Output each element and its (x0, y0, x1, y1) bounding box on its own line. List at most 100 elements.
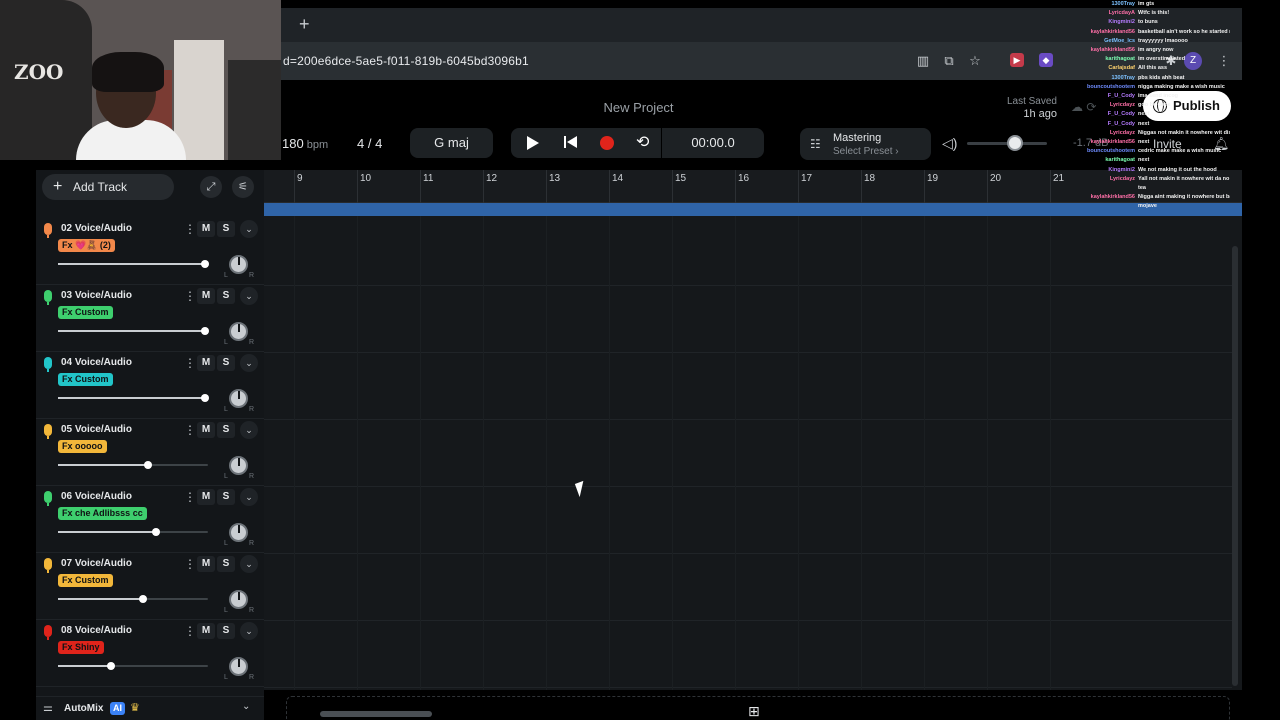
track-lane[interactable] (264, 219, 1232, 286)
track-settings-icon[interactable]: ⚟ (232, 176, 254, 198)
add-track-button[interactable]: + Add Track (42, 174, 174, 200)
automation-icon[interactable]: ⤢ (200, 176, 222, 198)
track-menu-icon[interactable]: ⋮ (184, 423, 196, 437)
track-menu-icon[interactable]: ⋮ (184, 490, 196, 504)
extension-shield-icon[interactable]: ◆ (1039, 53, 1053, 67)
pan-knob[interactable] (229, 322, 248, 341)
pan-knob[interactable] (229, 255, 248, 274)
track-lane[interactable] (264, 487, 1232, 554)
key-selector[interactable]: G maj (410, 128, 493, 158)
mute-button[interactable]: M (197, 221, 215, 237)
mute-button[interactable]: M (197, 623, 215, 639)
new-tab-button[interactable]: + (299, 14, 310, 35)
loop-icon[interactable]: ⟲ (636, 135, 652, 151)
track-name[interactable]: 03 Voice/Audio (61, 290, 132, 301)
track-row[interactable]: 06 Voice/Audio ⋮ M S ⌄ Fx che Adlibsss cc L R (36, 486, 264, 553)
track-menu-icon[interactable]: ⋮ (184, 557, 196, 571)
track-name[interactable]: 07 Voice/Audio (61, 558, 132, 569)
chevron-down-icon[interactable]: ⌄ (240, 421, 258, 439)
track-row[interactable]: 04 Voice/Audio ⋮ M S ⌄ Fx Custom L R (36, 352, 264, 419)
mute-button[interactable]: M (197, 422, 215, 438)
track-lane[interactable] (264, 554, 1232, 621)
track-row[interactable]: 03 Voice/Audio ⋮ M S ⌄ Fx Custom L R (36, 285, 264, 352)
track-lanes[interactable] (264, 216, 1242, 690)
time-signature[interactable]: 4 / 4 (357, 136, 382, 151)
track-menu-icon[interactable]: ⋮ (184, 624, 196, 638)
pan-knob[interactable] (229, 389, 248, 408)
track-volume-thumb[interactable] (139, 595, 147, 603)
record-icon[interactable] (600, 136, 614, 150)
chevron-down-icon[interactable]: ⌄ (240, 220, 258, 238)
track-row[interactable]: 08 Voice/Audio ⋮ M S ⌄ Fx Shiny L R (36, 620, 264, 687)
track-menu-icon[interactable]: ⋮ (184, 289, 196, 303)
pan-knob[interactable] (229, 456, 248, 475)
mastering-selector[interactable]: ☷ Mastering Select Preset › (800, 128, 931, 160)
track-name[interactable]: 06 Voice/Audio (61, 491, 132, 502)
horizontal-scrollbar[interactable] (320, 711, 432, 717)
track-volume-slider[interactable] (58, 327, 209, 335)
solo-button[interactable]: S (217, 221, 235, 237)
fx-badge[interactable]: Fx Custom (58, 373, 113, 386)
add-audio-icon[interactable]: ⊞ (748, 703, 760, 720)
reading-mode-icon[interactable]: ▥ (915, 53, 931, 69)
track-row[interactable]: 05 Voice/Audio ⋮ M S ⌄ Fx ooooo L R (36, 419, 264, 486)
solo-button[interactable]: S (217, 422, 235, 438)
track-lane[interactable] (264, 286, 1232, 353)
track-name[interactable]: 08 Voice/Audio (61, 625, 132, 636)
track-volume-thumb[interactable] (107, 662, 115, 670)
play-icon[interactable] (527, 136, 539, 150)
solo-button[interactable]: S (217, 489, 235, 505)
chevron-down-icon[interactable]: ⌄ (240, 622, 258, 640)
track-volume-thumb[interactable] (152, 528, 160, 536)
track-name[interactable]: 05 Voice/Audio (61, 424, 132, 435)
solo-button[interactable]: S (217, 355, 235, 371)
track-row[interactable]: 02 Voice/Audio ⋮ M S ⌄ Fx 💗🧸 (2) L R (36, 218, 264, 285)
track-volume-slider[interactable] (58, 394, 209, 402)
mute-button[interactable]: M (197, 489, 215, 505)
chevron-down-icon[interactable]: ⌄ (240, 488, 258, 506)
chevron-down-icon[interactable]: ⌄ (242, 701, 250, 712)
track-volume-slider[interactable] (58, 260, 209, 268)
track-name[interactable]: 02 Voice/Audio (61, 223, 132, 234)
url-field[interactable]: d=200e6dce-5ae5-f011-819b-6045bd3096b1 (283, 54, 529, 68)
vertical-scrollbar[interactable] (1232, 246, 1238, 686)
fx-badge[interactable]: Fx Custom (58, 306, 113, 319)
chevron-down-icon[interactable]: ⌄ (240, 287, 258, 305)
track-volume-thumb[interactable] (201, 260, 209, 268)
track-lane[interactable] (264, 353, 1232, 420)
track-volume-thumb[interactable] (201, 327, 209, 335)
track-volume-slider[interactable] (58, 662, 208, 670)
chevron-down-icon[interactable]: ⌄ (240, 354, 258, 372)
track-volume-slider[interactable] (58, 595, 208, 603)
pan-knob[interactable] (229, 657, 248, 676)
automix-bar[interactable]: ⚌ AutoMix AI ♛ ⌄ (36, 696, 264, 720)
master-volume-knob[interactable] (1007, 135, 1023, 151)
solo-button[interactable]: S (217, 623, 235, 639)
project-title[interactable]: New Project (281, 100, 996, 115)
pan-knob[interactable] (229, 523, 248, 542)
track-volume-slider[interactable] (58, 461, 208, 469)
track-menu-icon[interactable]: ⋮ (184, 222, 196, 236)
track-volume-thumb[interactable] (201, 394, 209, 402)
track-row[interactable]: 07 Voice/Audio ⋮ M S ⌄ Fx Custom L R (36, 553, 264, 620)
bookmark-star-icon[interactable]: ☆ (967, 53, 983, 69)
track-volume-slider[interactable] (58, 528, 208, 536)
mute-button[interactable]: M (197, 355, 215, 371)
mute-button[interactable]: M (197, 288, 215, 304)
fx-badge[interactable]: Fx che Adlibsss cc (58, 507, 147, 520)
fx-badge[interactable]: Fx Shiny (58, 641, 104, 654)
track-menu-icon[interactable]: ⋮ (184, 356, 196, 370)
pan-knob[interactable] (229, 590, 248, 609)
fx-badge[interactable]: Fx Custom (58, 574, 113, 587)
fx-badge[interactable]: Fx 💗🧸 (2) (58, 239, 115, 252)
track-name[interactable]: 04 Voice/Audio (61, 357, 132, 368)
mute-button[interactable]: M (197, 556, 215, 572)
speaker-icon[interactable]: ◁) (942, 135, 957, 152)
fx-badge[interactable]: Fx ooooo (58, 440, 107, 453)
solo-button[interactable]: S (217, 556, 235, 572)
extension-icon[interactable]: ▶ (1010, 53, 1024, 67)
skip-to-start-icon[interactable] (564, 135, 580, 151)
track-lane[interactable] (264, 420, 1232, 487)
install-app-icon[interactable]: ⧉ (941, 53, 957, 69)
solo-button[interactable]: S (217, 288, 235, 304)
